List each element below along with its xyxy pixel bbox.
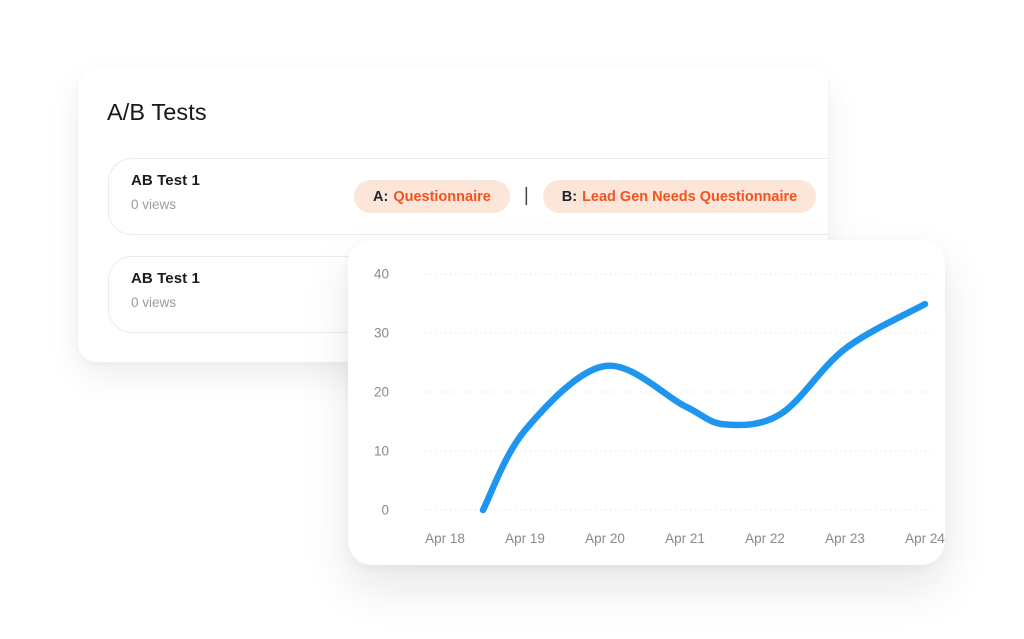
page-title: A/B Tests bbox=[107, 99, 207, 126]
variant-a-prefix: A: bbox=[373, 189, 388, 205]
series-line bbox=[483, 304, 925, 510]
variant-a-label: Questionnaire bbox=[393, 189, 491, 205]
x-axis-tick-label: Apr 20 bbox=[585, 531, 625, 546]
ab-test-views-count: 0 views bbox=[131, 295, 200, 310]
ab-test-row-text: AB Test 1 0 views bbox=[131, 172, 200, 212]
variant-b-badge[interactable]: B: Lead Gen Needs Questionnaire bbox=[543, 180, 816, 213]
x-axis-tick-label: Apr 19 bbox=[505, 531, 545, 546]
x-axis-tick-label: Apr 18 bbox=[425, 531, 465, 546]
page: A/B Tests AB Test 1 0 views A: Questionn… bbox=[0, 0, 1024, 639]
views-chart-svg: 0 10 20 30 40 Apr 18 Apr 19 Apr 20 Apr 21 Apr 22 A… bbox=[348, 240, 945, 565]
x-axis-tick-label: Apr 22 bbox=[745, 531, 785, 546]
ab-test-name: AB Test 1 bbox=[131, 172, 200, 189]
views-chart-card: 0 10 20 30 40 Apr 18 Apr 19 Apr 20 Apr 21 Apr 22 A… bbox=[348, 240, 945, 565]
y-axis-tick-label: 30 bbox=[374, 326, 389, 341]
y-axis-tick-label: 40 bbox=[374, 267, 389, 282]
variant-b-label: Lead Gen Needs Questionnaire bbox=[582, 189, 797, 205]
variant-separator: | bbox=[524, 186, 529, 205]
ab-test-row-text: AB Test 1 0 views bbox=[131, 270, 200, 310]
y-axis-tick-label: 20 bbox=[374, 385, 389, 400]
variant-badges: A: Questionnaire | B: Lead Gen Needs Que… bbox=[354, 159, 816, 234]
ab-test-name: AB Test 1 bbox=[131, 270, 200, 287]
variant-a-badge[interactable]: A: Questionnaire bbox=[354, 180, 510, 213]
y-axis-tick-label: 10 bbox=[374, 444, 389, 459]
y-axis-tick-label: 0 bbox=[381, 503, 389, 518]
ab-test-views-count: 0 views bbox=[131, 197, 200, 212]
x-axis-tick-label: Apr 23 bbox=[825, 531, 865, 546]
variant-b-prefix: B: bbox=[562, 189, 577, 205]
ab-test-row[interactable]: AB Test 1 0 views A: Questionnaire | B: … bbox=[108, 158, 828, 235]
x-axis-tick-label: Apr 21 bbox=[665, 531, 705, 546]
x-axis-tick-label: Apr 24 bbox=[905, 531, 945, 546]
